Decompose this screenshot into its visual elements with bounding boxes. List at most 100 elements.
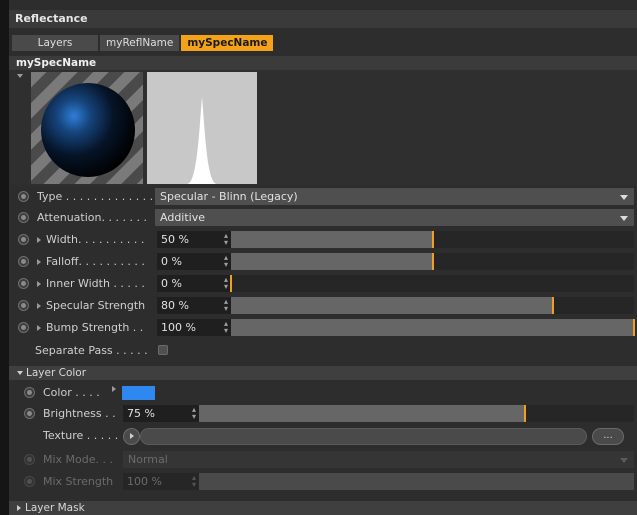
- specular-strength-row: Specular Strength 80 % ▴ ▾: [9, 296, 637, 316]
- layer-mask-group-header[interactable]: Layer Mask: [9, 501, 637, 515]
- left-edge-strip: [0, 0, 9, 515]
- mix-strength-animate-radio: [24, 476, 35, 487]
- type-animate-radio[interactable]: [18, 191, 29, 202]
- falloff-curve-icon: [187, 97, 217, 184]
- bump-strength-label: Bump Strength . .: [46, 321, 144, 334]
- falloff-input[interactable]: 0 % ▴ ▾: [157, 253, 231, 270]
- tab-myspecname[interactable]: mySpecName: [181, 35, 274, 51]
- mix-strength-label: Mix Strength: [43, 475, 114, 488]
- stepper-arrows-icon[interactable]: ▴ ▾: [224, 232, 228, 247]
- specular-strength-slider-handle[interactable]: [552, 297, 555, 314]
- brightness-animate-radio[interactable]: [24, 408, 35, 419]
- attenuation-dropdown[interactable]: Additive: [155, 209, 634, 226]
- attenuation-dropdown-value: Additive: [160, 211, 205, 224]
- specular-strength-label: Specular Strength: [46, 299, 146, 312]
- tab-myreflname[interactable]: myReflName: [100, 35, 180, 51]
- color-label: Color . . . .: [43, 386, 100, 399]
- width-slider-handle[interactable]: [431, 231, 434, 248]
- attenuation-animate-radio[interactable]: [18, 212, 29, 223]
- type-label: Type . . . . . . . . . . . . .: [37, 190, 154, 203]
- width-input[interactable]: 50 % ▴ ▾: [157, 231, 231, 248]
- inner-width-label: Inner Width . . . . .: [46, 277, 145, 290]
- separate-pass-checkbox[interactable]: [158, 345, 168, 355]
- stepper-arrows-icon[interactable]: ▴ ▾: [224, 298, 228, 313]
- bump-strength-slider[interactable]: [231, 319, 635, 336]
- inner-width-row: Inner Width . . . . . 0 % ▴ ▾: [9, 274, 637, 294]
- mix-mode-dropdown: Normal: [123, 451, 634, 468]
- bump-strength-row: Bump Strength . . 100 % ▴ ▾: [9, 318, 637, 338]
- specular-strength-input[interactable]: 80 % ▴ ▾: [157, 297, 231, 314]
- falloff-curve-preview: [147, 72, 257, 184]
- specular-strength-value: 80 %: [161, 299, 189, 312]
- type-dropdown[interactable]: Specular - Blinn (Legacy): [155, 188, 634, 205]
- brightness-row: Brightness . . 75 % ▴ ▾: [9, 404, 637, 424]
- falloff-animate-radio[interactable]: [18, 256, 29, 267]
- bump-strength-animate-radio[interactable]: [18, 322, 29, 333]
- brightness-input[interactable]: 75 % ▴ ▾: [123, 405, 199, 422]
- expand-arrow-icon[interactable]: [37, 281, 41, 287]
- brightness-value: 75 %: [127, 407, 155, 420]
- brightness-slider-handle[interactable]: [524, 405, 527, 422]
- inner-width-animate-radio[interactable]: [18, 278, 29, 289]
- chevron-down-icon: [620, 195, 628, 200]
- texture-label: Texture . . . . .: [43, 429, 119, 442]
- width-slider-fill: [231, 231, 433, 248]
- collapse-preview-icon[interactable]: [17, 74, 23, 78]
- panel-title: Reflectance: [9, 10, 637, 28]
- mix-mode-animate-radio: [24, 454, 35, 465]
- attenuation-label: Attenuation. . . . . . .: [37, 211, 147, 224]
- expand-arrow-icon[interactable]: [37, 259, 41, 265]
- width-slider[interactable]: [231, 231, 634, 248]
- expand-arrow-icon[interactable]: [37, 237, 41, 243]
- mix-strength-slider: [199, 473, 634, 490]
- specular-strength-animate-radio[interactable]: [18, 300, 29, 311]
- stepper-arrows-icon[interactable]: ▴ ▾: [224, 254, 228, 269]
- inner-width-slider-handle[interactable]: [230, 275, 232, 292]
- width-value: 50 %: [161, 233, 189, 246]
- specular-strength-slider[interactable]: [231, 297, 634, 314]
- bump-strength-slider-handle[interactable]: [633, 319, 635, 336]
- falloff-slider[interactable]: [231, 253, 634, 270]
- stepper-arrows-icon[interactable]: ▴ ▾: [224, 276, 228, 291]
- section-title: mySpecName: [9, 56, 637, 70]
- width-row: Width. . . . . . . . . . 50 % ▴ ▾: [9, 230, 637, 250]
- chevron-down-icon: [620, 458, 628, 463]
- layer-color-group-header[interactable]: Layer Color: [9, 366, 637, 380]
- texture-row: Texture . . . . . ...: [9, 426, 637, 446]
- texture-browse-button[interactable]: ...: [592, 428, 624, 445]
- inner-width-value: 0 %: [161, 277, 182, 290]
- falloff-label: Falloff. . . . . . . . . .: [46, 255, 145, 268]
- falloff-slider-handle[interactable]: [431, 253, 434, 270]
- brightness-slider[interactable]: [199, 405, 634, 422]
- expand-arrow-icon[interactable]: [112, 386, 116, 392]
- stepper-arrows-icon[interactable]: ▴ ▾: [224, 320, 228, 335]
- mix-strength-input: 100 % ▴ ▾: [123, 473, 199, 490]
- texture-menu-button[interactable]: [123, 428, 140, 445]
- bump-strength-slider-fill: [231, 319, 634, 336]
- texture-field[interactable]: [140, 428, 587, 445]
- separate-pass-label: Separate Pass . . . . .: [35, 344, 148, 357]
- expand-arrow-icon[interactable]: [37, 303, 41, 309]
- width-animate-radio[interactable]: [18, 234, 29, 245]
- stepper-arrows-icon: ▴ ▾: [191, 473, 196, 489]
- mix-mode-value: Normal: [128, 453, 168, 466]
- color-row: Color . . . .: [9, 383, 637, 403]
- mix-mode-row: Mix Mode. . . Normal: [9, 450, 637, 470]
- color-animate-radio[interactable]: [24, 387, 35, 398]
- width-label: Width. . . . . . . . . .: [46, 233, 145, 246]
- falloff-value: 0 %: [161, 255, 182, 268]
- layer-tabs: Layers myReflName mySpecName: [12, 35, 274, 51]
- tab-layers[interactable]: Layers: [12, 35, 98, 51]
- bump-strength-input[interactable]: 100 % ▴ ▾: [157, 319, 231, 336]
- layer-mask-title: Layer Mask: [25, 502, 85, 514]
- stepper-arrows-icon[interactable]: ▴ ▾: [192, 406, 196, 421]
- mix-mode-label: Mix Mode. . .: [43, 453, 114, 466]
- inner-width-slider[interactable]: [230, 275, 634, 292]
- material-sphere-preview: [31, 72, 143, 184]
- color-swatch[interactable]: [122, 386, 155, 400]
- mix-strength-value: 100 %: [127, 475, 162, 488]
- inner-width-input[interactable]: 0 % ▴ ▾: [157, 275, 231, 292]
- mix-strength-slider-fill: [199, 473, 634, 490]
- expand-arrow-icon[interactable]: [37, 325, 41, 331]
- collapse-arrow-icon: [17, 371, 23, 375]
